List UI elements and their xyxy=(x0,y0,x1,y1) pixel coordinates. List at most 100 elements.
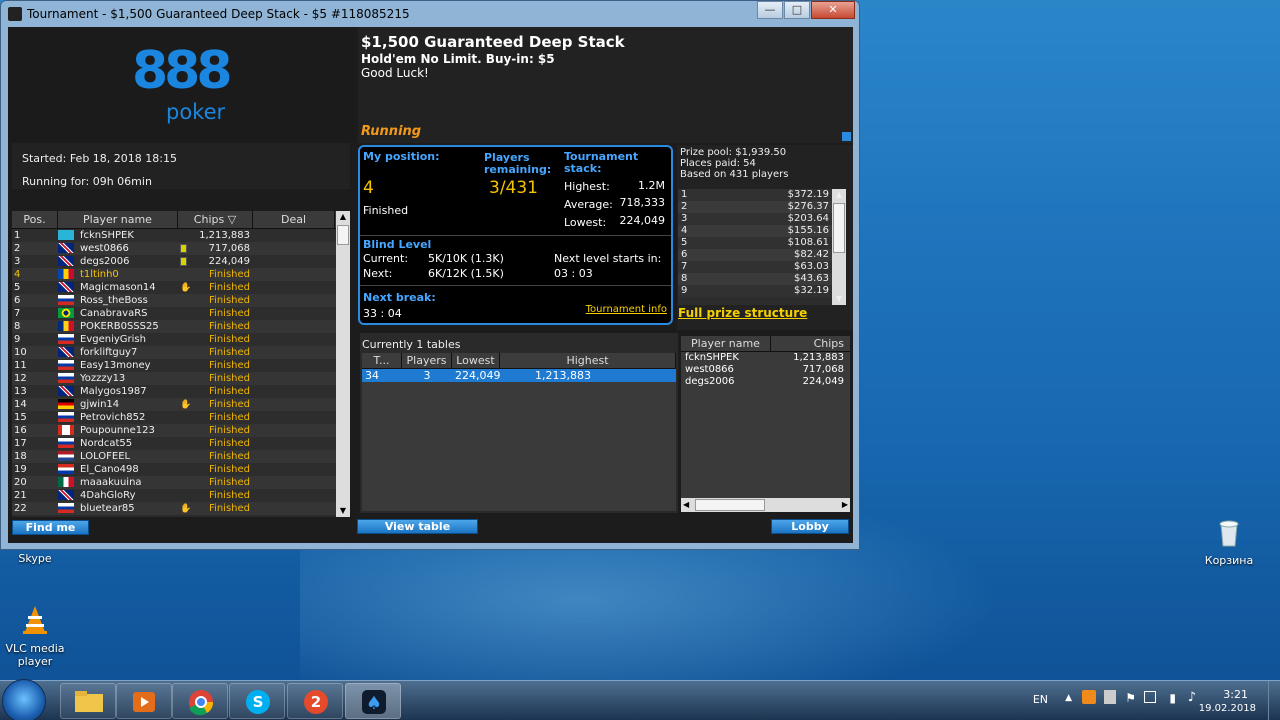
note-icon[interactable] xyxy=(180,244,187,253)
scroll-thumb[interactable] xyxy=(337,225,349,245)
tournament-info-link[interactable]: Tournament info xyxy=(586,304,667,315)
scroll-thumb[interactable] xyxy=(695,499,765,511)
prize-place: 2 xyxy=(681,201,688,212)
current-blinds: 5K/10K (1.3K) xyxy=(428,252,504,265)
player-row[interactable]: 11 Easy13money Finished xyxy=(12,359,350,372)
player-name: 4DahGloRy xyxy=(80,490,136,501)
scroll-down-icon[interactable]: ▼ xyxy=(832,293,846,305)
col-table[interactable]: T... xyxy=(362,353,402,368)
note-icon[interactable] xyxy=(180,257,187,266)
chrome-taskbar-button[interactable] xyxy=(172,683,228,719)
player-name: gjwin14 xyxy=(80,399,120,410)
player-chips: Finished xyxy=(209,386,250,397)
col-player-name[interactable]: Player name xyxy=(58,211,178,228)
divider xyxy=(360,235,671,236)
player-row[interactable]: 5 Magicmason14 ✋ Finished xyxy=(12,281,350,294)
display-icon[interactable] xyxy=(1144,691,1156,703)
player-row[interactable]: 18 LOLOFEEL Finished xyxy=(12,450,350,463)
maximize-button[interactable]: □ xyxy=(784,1,810,19)
col-lowest[interactable]: Lowest xyxy=(452,353,500,368)
player-row[interactable]: 21 4DahGloRy Finished xyxy=(12,489,350,502)
scroll-right-icon[interactable]: ▶ xyxy=(842,498,848,512)
lobby-button[interactable]: Lobby xyxy=(771,519,849,534)
player-deal xyxy=(254,255,314,268)
player-row[interactable]: 20 maaakuuina Finished xyxy=(12,476,350,489)
player-row[interactable]: 4 t1ltinh0 Finished xyxy=(12,268,350,281)
device-icon[interactable] xyxy=(1104,690,1116,704)
app-2-taskbar-button[interactable]: 2 xyxy=(287,683,343,719)
player-list-scrollbar[interactable]: ▲ ▼ xyxy=(336,211,350,517)
player-row[interactable]: 2 west0866 717,068 xyxy=(12,242,350,255)
deal-hand-icon: ✋ xyxy=(180,283,192,293)
country-flag-icon xyxy=(58,503,74,513)
full-prize-structure-link[interactable]: Full prize structure xyxy=(678,306,807,320)
player-row[interactable]: 9 EvgeniyGrish Finished xyxy=(12,333,350,346)
player-row[interactable]: 17 Nordcat55 Finished xyxy=(12,437,350,450)
player-row[interactable]: 19 El_Cano498 Finished xyxy=(12,463,350,476)
find-me-button[interactable]: Find me xyxy=(12,520,89,535)
close-button[interactable]: ✕ xyxy=(811,1,855,19)
888poker-taskbar-button[interactable]: ♠ xyxy=(345,683,401,719)
player-row[interactable]: 6 Ross_theBoss Finished xyxy=(12,294,350,307)
stats-icon[interactable] xyxy=(842,132,851,141)
show-desktop-button[interactable] xyxy=(1268,681,1280,720)
vlc-desktop-icon[interactable]: VLC media player xyxy=(0,604,70,668)
avast-icon[interactable] xyxy=(1082,690,1096,704)
player-chips: Finished xyxy=(209,308,250,319)
player-row[interactable]: 12 Yozzzy13 Finished xyxy=(12,372,350,385)
start-button[interactable] xyxy=(2,679,46,720)
volume-icon[interactable]: ♪ xyxy=(1188,690,1196,705)
player-row[interactable]: 3 degs2006 224,049 xyxy=(12,255,350,268)
tray-expand-icon[interactable]: ▲ xyxy=(1065,693,1072,703)
recycle-bin-desktop-icon[interactable]: Корзина xyxy=(1194,516,1264,567)
col-chips[interactable]: Chips ▽ xyxy=(178,211,253,228)
country-flag-icon xyxy=(58,464,74,474)
table-player-row[interactable]: west0866 717,068 xyxy=(681,364,850,376)
skype-desktop-label[interactable]: Skype xyxy=(0,552,70,565)
explorer-taskbar-button[interactable] xyxy=(60,683,116,719)
flag-icon[interactable]: ⚑ xyxy=(1125,691,1136,705)
prize-row: 7 $63.03 xyxy=(678,261,832,273)
col-deal[interactable]: Deal xyxy=(253,211,335,228)
minimize-button[interactable]: — xyxy=(757,1,783,19)
col-player-name[interactable]: Player name xyxy=(681,336,771,351)
scroll-thumb[interactable] xyxy=(833,203,845,253)
language-indicator[interactable]: EN xyxy=(1033,693,1048,706)
clock-time[interactable]: 3:21 xyxy=(1223,688,1248,701)
player-row[interactable]: 13 Malygos1987 Finished xyxy=(12,385,350,398)
lowest-value: 224,049 xyxy=(619,214,666,227)
table-players-header: Player name Chips xyxy=(681,336,850,352)
player-row[interactable]: 1 fcknSHPEK 1,213,883 xyxy=(12,229,350,242)
media-player-taskbar-button[interactable] xyxy=(116,683,172,719)
col-pos[interactable]: Pos. xyxy=(12,211,58,228)
col-chips[interactable]: Chips xyxy=(771,336,850,351)
scroll-up-icon[interactable]: ▲ xyxy=(336,211,350,223)
player-deal xyxy=(254,424,314,437)
skype-taskbar-button[interactable]: S xyxy=(229,683,285,719)
table-row[interactable]: 34 3 224,049 1,213,883 xyxy=(362,369,676,382)
col-highest[interactable]: Highest xyxy=(500,353,676,368)
player-row[interactable]: 15 Petrovich852 Finished xyxy=(12,411,350,424)
player-row[interactable]: 16 Poupounne123 Finished xyxy=(12,424,350,437)
col-players[interactable]: Players xyxy=(402,353,452,368)
player-row[interactable]: 14 gjwin14 ✋ Finished xyxy=(12,398,350,411)
table-players-hscrollbar[interactable]: ◀ ▶ xyxy=(681,498,850,512)
player-row[interactable]: 22 bluetear85 ✋ Finished xyxy=(12,502,350,515)
clock-date[interactable]: 19.02.2018 xyxy=(1199,703,1256,714)
prize-scrollbar[interactable]: ▲ ▼ xyxy=(832,189,846,305)
table-player-row[interactable]: degs2006 224,049 xyxy=(681,376,850,388)
player-pos: 3 xyxy=(14,256,21,267)
signal-icon[interactable]: ▮ xyxy=(1169,691,1176,705)
view-table-button[interactable]: View table xyxy=(357,519,478,534)
player-row[interactable]: 7 CanabravaRS Finished xyxy=(12,307,350,320)
player-deal xyxy=(254,437,314,450)
scroll-left-icon[interactable]: ◀ xyxy=(683,498,689,512)
tournament-name: $1,500 Guaranteed Deep Stack xyxy=(361,33,625,51)
scroll-up-icon[interactable]: ▲ xyxy=(832,189,846,201)
player-row[interactable]: 10 forkliftguy7 Finished xyxy=(12,346,350,359)
table-player-row[interactable]: fcknSHPEK 1,213,883 xyxy=(681,352,850,364)
scroll-down-icon[interactable]: ▼ xyxy=(336,505,350,517)
window-titlebar[interactable]: Tournament - $1,500 Guaranteed Deep Stac… xyxy=(1,1,859,27)
player-row[interactable]: 8 POKERB0SSS25 Finished xyxy=(12,320,350,333)
player-name: POKERB0SSS25 xyxy=(80,321,159,332)
